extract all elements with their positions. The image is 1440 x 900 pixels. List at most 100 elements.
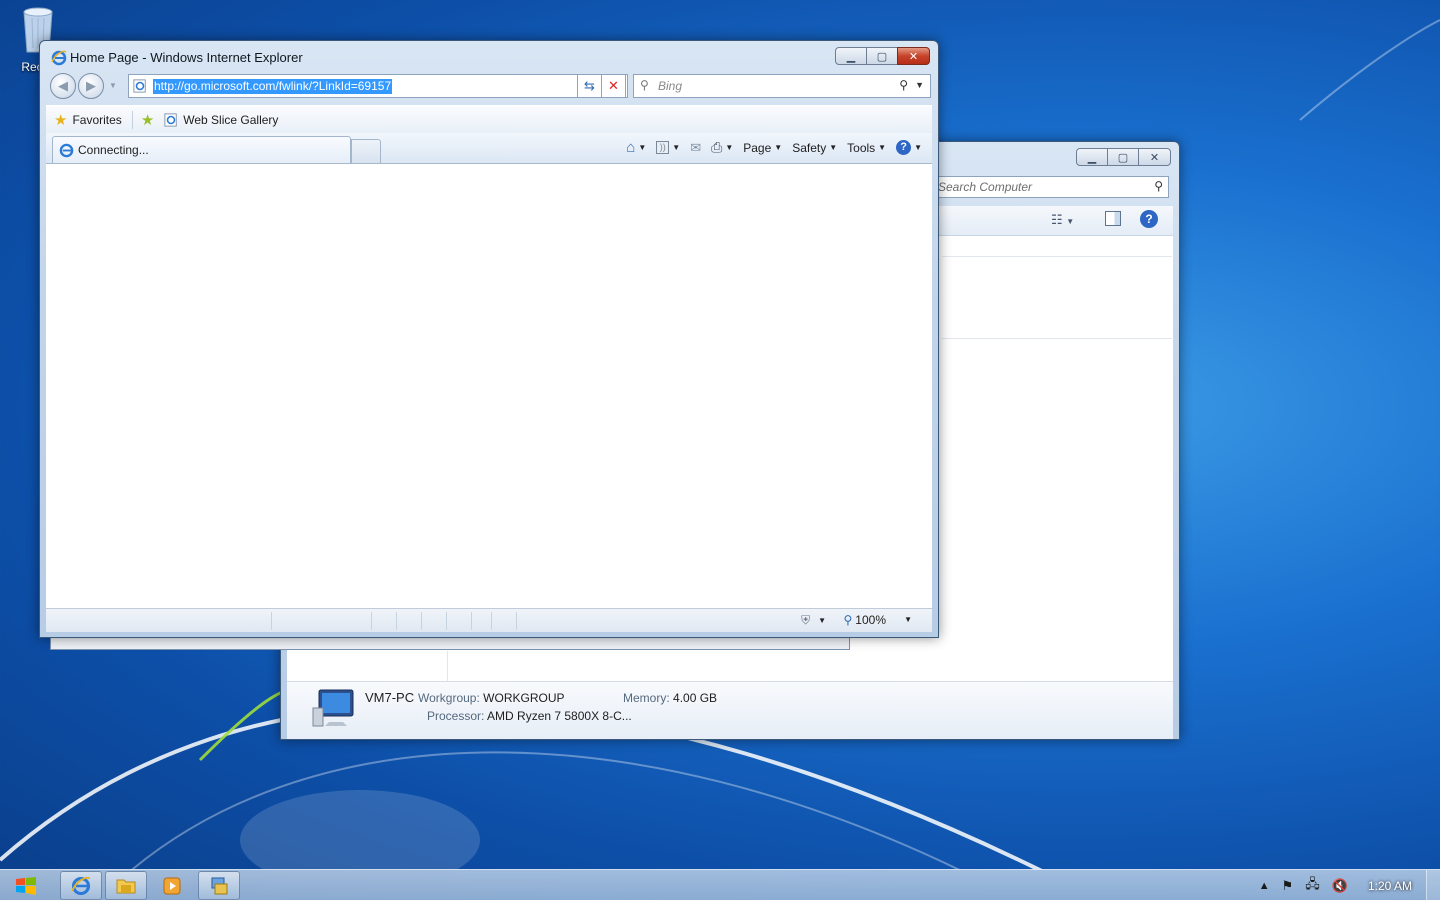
forward-button[interactable]: ▶ xyxy=(78,73,104,99)
close-button[interactable]: ✕ xyxy=(1138,148,1171,166)
memory-row: Memory: 4.00 GB xyxy=(623,691,717,705)
help-icon[interactable]: ? xyxy=(1140,210,1158,228)
favorites-label: Favorites xyxy=(72,112,122,127)
zoom-dropdown-icon[interactable]: ▼ xyxy=(904,615,912,624)
computer-search-input[interactable]: Search Computer ⚲ xyxy=(931,176,1169,198)
maximize-button[interactable]: ▢ xyxy=(1107,148,1139,166)
computer-name: VM7-PC xyxy=(365,690,415,705)
window-title: Home Page - Windows Internet Explorer xyxy=(70,50,303,65)
status-divider xyxy=(396,612,397,630)
zoom-button[interactable]: ⚲ 100% xyxy=(844,613,887,627)
preview-pane-icon[interactable] xyxy=(1105,211,1121,226)
favorites-bar: ★ Favorites ★ Web Slice Gallery xyxy=(46,105,932,133)
taskbar-media-player[interactable] xyxy=(151,871,193,900)
feeds-button[interactable]: )) ▼ xyxy=(656,141,680,154)
refresh-icon: ⇆ xyxy=(584,78,595,93)
status-bar: ⛨ ▼ ⚲ 100% ▼ xyxy=(46,608,932,632)
chevron-down-icon: ▼ xyxy=(914,143,922,152)
recent-pages-dropdown-icon[interactable]: ▼ xyxy=(109,81,117,90)
taskbar-network-app[interactable] xyxy=(198,871,240,900)
page-content[interactable] xyxy=(46,163,932,608)
windows-logo-icon xyxy=(16,876,36,895)
status-divider xyxy=(491,612,492,630)
taskbar-windows-explorer[interactable] xyxy=(105,871,147,900)
view-options-icon[interactable]: ☷ ▼ xyxy=(1051,212,1074,228)
ie-logo-icon xyxy=(71,876,91,895)
chevron-down-icon[interactable]: ▼ xyxy=(638,143,646,152)
chevron-down-icon: ▼ xyxy=(878,143,887,152)
status-divider xyxy=(471,612,472,630)
printer-icon: ⎙ xyxy=(711,139,723,155)
mail-icon: ✉ xyxy=(690,139,702,155)
chevron-down-icon[interactable]: ▼ xyxy=(672,143,680,152)
star-icon: ★ xyxy=(54,111,68,129)
computer-details-pane: VM7-PC Workgroup: WORKGROUP Memory: 4.00… xyxy=(287,681,1173,739)
tools-menu-label: Tools xyxy=(847,140,876,155)
clock[interactable]: 1:20 AM xyxy=(1368,879,1412,893)
minimize-button[interactable]: ▁ xyxy=(1076,148,1108,166)
protected-mode-button[interactable]: ⛨ ▼ xyxy=(801,613,826,628)
home-button[interactable]: ⌂ ▼ xyxy=(626,139,646,156)
memory-value: 4.00 GB xyxy=(673,691,718,705)
memory-label: Memory: xyxy=(623,691,670,705)
processor-value: AMD Ryzen 7 5800X 8-C... xyxy=(487,709,632,723)
bing-search-input[interactable]: ⚲ Bing ⚲ ▼ xyxy=(633,74,931,98)
show-desktop-button[interactable] xyxy=(1426,870,1440,900)
stop-button[interactable]: ✕ xyxy=(601,74,626,98)
web-slice-gallery-label: Web Slice Gallery xyxy=(183,112,279,127)
show-hidden-icons-icon[interactable]: ▲ xyxy=(1259,880,1270,892)
refresh-button[interactable]: ⇆ xyxy=(577,74,602,98)
minimize-button[interactable]: ▁ xyxy=(835,47,867,65)
favorites-button[interactable]: ★ Favorites xyxy=(54,111,122,129)
add-favorite-icon: ★ xyxy=(140,111,155,129)
ie-window[interactable]: Home Page - Windows Internet Explorer ▁ … xyxy=(39,40,939,638)
ie-logo-icon xyxy=(51,50,67,66)
maximize-button[interactable]: ▢ xyxy=(866,47,898,65)
search-icon[interactable]: ⚲ xyxy=(1154,179,1163,193)
action-center-flag-icon[interactable]: ⚑ xyxy=(1282,878,1294,894)
close-button[interactable]: ✕ xyxy=(897,47,930,65)
back-button[interactable]: ◀ xyxy=(50,73,76,99)
web-slice-gallery-link[interactable]: Web Slice Gallery xyxy=(164,113,278,127)
home-icon: ⌂ xyxy=(626,139,636,156)
chevron-down-icon: ▼ xyxy=(774,143,783,152)
status-divider xyxy=(271,612,272,630)
help-icon: ? xyxy=(896,140,912,155)
status-divider xyxy=(371,612,372,630)
loading-ie-icon xyxy=(59,143,74,157)
stop-icon: ✕ xyxy=(608,78,619,93)
taskbar-internet-explorer[interactable] xyxy=(60,871,102,900)
print-button[interactable]: ⎙ ▼ xyxy=(711,139,733,156)
network-icon[interactable]: 🖧 xyxy=(1305,875,1320,897)
taskbar: ▲ ⚑ 🖧 🔇 1:20 AM xyxy=(0,869,1440,900)
address-bar[interactable]: http://go.microsoft.com/fwlink/?LinkId=6… xyxy=(128,74,628,98)
chevron-down-icon[interactable]: ▼ xyxy=(725,143,733,152)
volume-muted-icon[interactable]: 🔇 xyxy=(1332,878,1348,894)
tools-menu[interactable]: Tools ▼ xyxy=(847,141,886,155)
add-to-favorites-bar-button[interactable]: ★ xyxy=(141,111,154,129)
status-divider xyxy=(446,612,447,630)
workgroup-value: WORKGROUP xyxy=(483,691,565,705)
address-url[interactable]: http://go.microsoft.com/fwlink/?LinkId=6… xyxy=(153,78,393,94)
shield-icon: ⛨ xyxy=(801,613,811,627)
safety-menu[interactable]: Safety ▼ xyxy=(792,141,837,155)
search-options-dropdown-icon[interactable]: ▼ xyxy=(915,80,924,90)
chevron-down-icon: ▼ xyxy=(829,143,838,152)
background-window-edge xyxy=(50,636,850,650)
help-menu[interactable]: ? ▼ xyxy=(896,140,922,155)
search-go-icon[interactable]: ⚲ xyxy=(899,78,908,92)
page-menu[interactable]: Page ▼ xyxy=(743,141,782,155)
start-button[interactable] xyxy=(6,872,46,899)
tab-label: Connecting... xyxy=(78,143,149,157)
divider xyxy=(131,110,133,129)
workgroup-label: Workgroup: xyxy=(418,691,480,705)
zoom-icon: ⚲ xyxy=(843,613,853,627)
workgroup-row: Workgroup: WORKGROUP xyxy=(418,691,565,705)
tab-current[interactable]: Connecting... xyxy=(52,136,351,163)
media-player-icon xyxy=(163,877,181,894)
computer-icon xyxy=(312,689,354,727)
new-tab-button[interactable] xyxy=(351,139,381,163)
web-slice-icon xyxy=(164,112,177,127)
folder-icon xyxy=(116,879,136,893)
read-mail-button[interactable]: ✉ xyxy=(690,140,701,156)
